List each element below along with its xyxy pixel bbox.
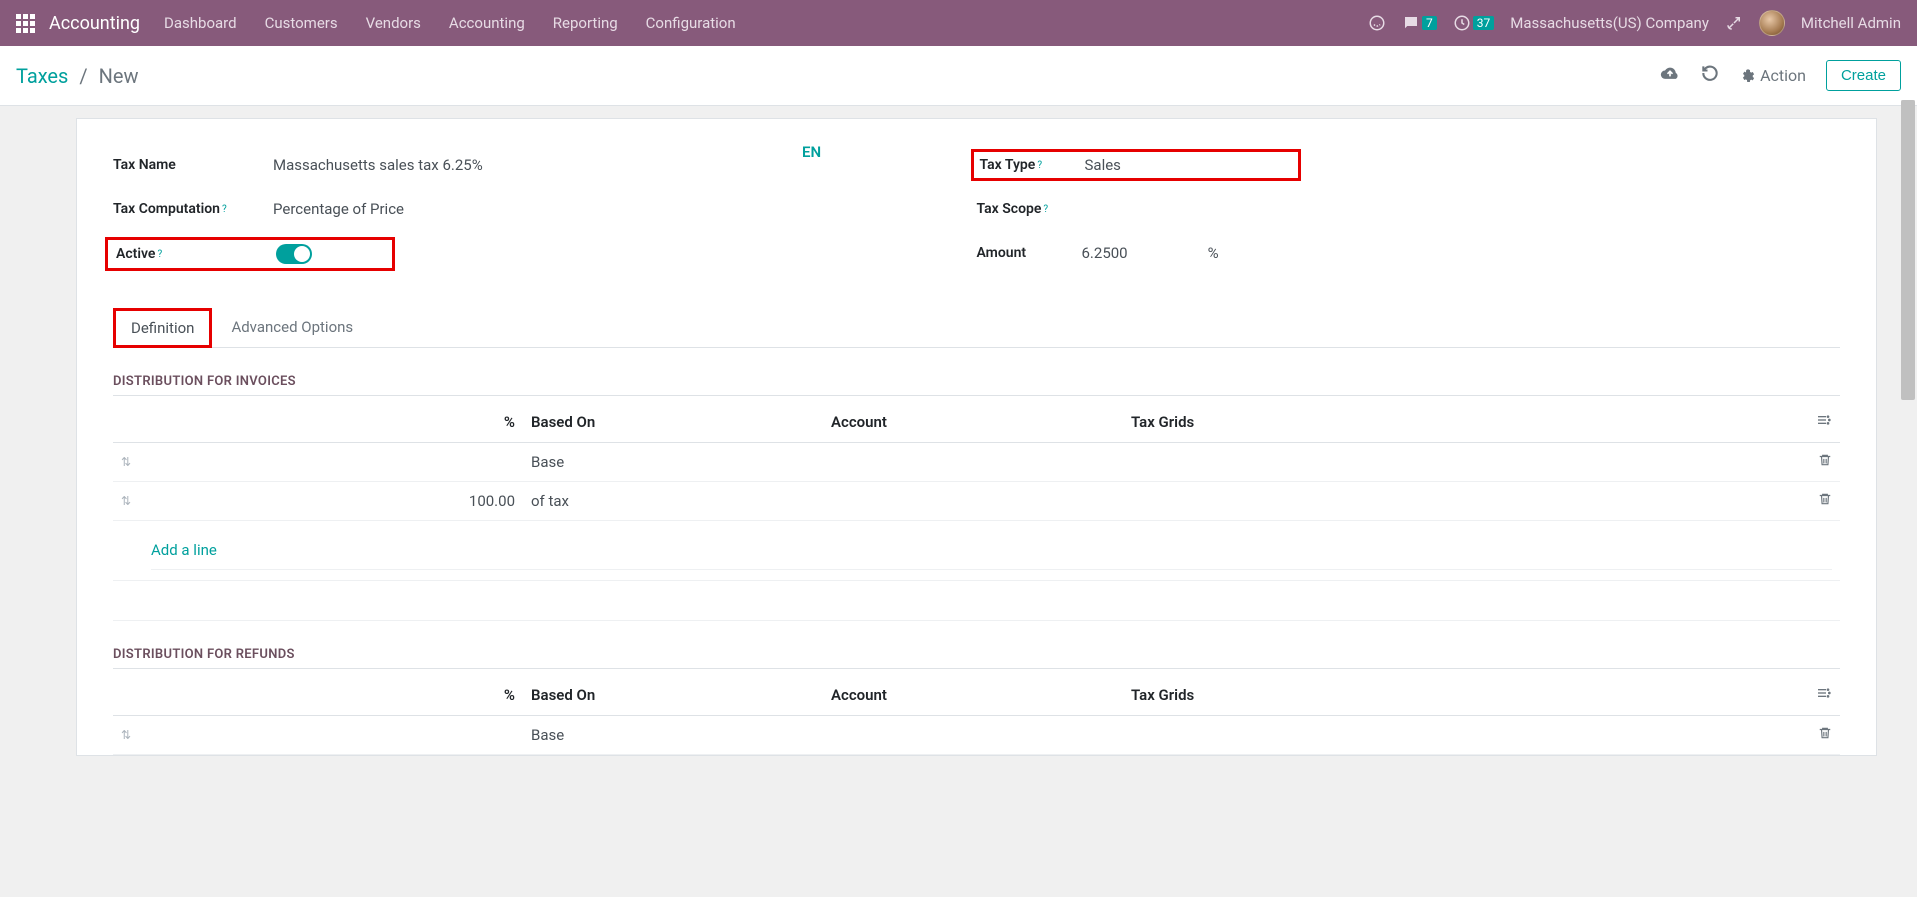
cell-pct[interactable]: [143, 716, 523, 755]
activities-badge: 37: [1473, 16, 1495, 30]
menu-vendors[interactable]: Vendors: [366, 14, 421, 32]
tax-name-field[interactable]: Massachusetts sales tax 6.25%: [273, 156, 947, 174]
cell-account[interactable]: [823, 716, 1123, 755]
messages-badge: 7: [1422, 16, 1437, 30]
table-row[interactable]: ⇅ Base: [113, 443, 1840, 482]
support-icon[interactable]: [1368, 14, 1386, 32]
breadcrumb-sep: /: [79, 64, 87, 88]
tax-type-field[interactable]: Sales: [1085, 156, 1278, 174]
cloud-save-icon[interactable]: [1660, 63, 1680, 88]
cell-based-on[interactable]: of tax: [523, 482, 823, 521]
create-button[interactable]: Create: [1826, 60, 1901, 91]
add-line-link[interactable]: Add a line: [151, 531, 1832, 570]
dist-refunds-table: % Based On Account Tax Grids ⇅ Base: [113, 675, 1840, 755]
table-row[interactable]: ⇅ Base: [113, 716, 1840, 755]
col-account: Account: [823, 675, 1123, 716]
breadcrumb: Taxes / New: [16, 64, 1660, 88]
col-tax-grids: Tax Grids: [1123, 402, 1808, 443]
toolbar-actions: Action Create: [1660, 60, 1901, 91]
delete-row-icon[interactable]: [1818, 453, 1832, 471]
form-sheet: EN Tax Name Massachusetts sales tax 6.25…: [76, 118, 1877, 756]
cell-pct[interactable]: [143, 443, 523, 482]
cell-account[interactable]: [823, 443, 1123, 482]
cell-account[interactable]: [823, 482, 1123, 521]
cell-pct[interactable]: 100.00: [143, 482, 523, 521]
tax-scope-label: Tax Scope?: [977, 201, 1082, 217]
navbar: Accounting Dashboard Customers Vendors A…: [0, 0, 1917, 46]
col-pct: %: [143, 402, 523, 443]
active-label: Active?: [116, 246, 276, 262]
cell-based-on[interactable]: Base: [523, 443, 823, 482]
breadcrumb-root[interactable]: Taxes: [16, 64, 68, 88]
amount-suffix: %: [1208, 244, 1219, 262]
menu-accounting[interactable]: Accounting: [449, 14, 525, 32]
scrollbar[interactable]: [1901, 100, 1915, 897]
username[interactable]: Mitchell Admin: [1801, 14, 1901, 32]
table-options-icon[interactable]: [1816, 687, 1832, 705]
help-icon[interactable]: ?: [1043, 204, 1048, 215]
dist-invoices-title: DISTRIBUTION FOR INVOICES: [113, 374, 1840, 396]
navbar-right: 7 37 Massachusetts(US) Company Mitchell …: [1368, 10, 1901, 36]
col-pct: %: [143, 675, 523, 716]
tab-definition[interactable]: Definition: [113, 308, 212, 348]
col-account: Account: [823, 402, 1123, 443]
delete-row-icon[interactable]: [1818, 492, 1832, 510]
amount-label: Amount: [977, 245, 1082, 261]
messages-icon[interactable]: 7: [1402, 14, 1437, 32]
breadcrumb-current: New: [99, 64, 139, 88]
amount-field[interactable]: 6.2500%: [1082, 244, 1811, 262]
help-icon[interactable]: ?: [157, 249, 162, 260]
debug-icon[interactable]: [1725, 14, 1743, 32]
form-right-col: Tax Type? Sales Tax Scope? Amount 6.2500…: [977, 149, 1841, 283]
tab-advanced-options[interactable]: Advanced Options: [212, 307, 372, 347]
lang-badge[interactable]: EN: [802, 143, 821, 161]
scrollbar-thumb[interactable]: [1901, 100, 1915, 400]
cell-tax-grids[interactable]: [1123, 716, 1808, 755]
activities-icon[interactable]: 37: [1453, 14, 1495, 32]
content: EN Tax Name Massachusetts sales tax 6.25…: [0, 106, 1917, 756]
form-left-col: Tax Name Massachusetts sales tax 6.25% T…: [113, 149, 977, 283]
drag-handle-icon[interactable]: ⇅: [113, 716, 143, 755]
toolbar: Taxes / New Action Create: [0, 46, 1917, 106]
col-based-on: Based On: [523, 402, 823, 443]
menu-reporting[interactable]: Reporting: [553, 14, 618, 32]
brand[interactable]: Accounting: [49, 13, 140, 34]
tax-computation-field[interactable]: Percentage of Price: [273, 200, 947, 218]
discard-icon[interactable]: [1700, 63, 1720, 88]
tax-computation-label: Tax Computation?: [113, 201, 273, 217]
apps-icon[interactable]: [16, 14, 35, 33]
top-menu: Dashboard Customers Vendors Accounting R…: [164, 14, 1368, 32]
cell-based-on[interactable]: Base: [523, 716, 823, 755]
table-row[interactable]: ⇅ 100.00 of tax: [113, 482, 1840, 521]
col-based-on: Based On: [523, 675, 823, 716]
drag-handle-icon[interactable]: ⇅: [113, 443, 143, 482]
table-options-icon[interactable]: [1816, 414, 1832, 432]
tax-name-label: Tax Name: [113, 157, 273, 173]
active-toggle[interactable]: [276, 244, 312, 264]
help-icon[interactable]: ?: [1037, 160, 1042, 171]
cell-tax-grids[interactable]: [1123, 482, 1808, 521]
col-tax-grids: Tax Grids: [1123, 675, 1808, 716]
action-dropdown[interactable]: Action: [1740, 66, 1806, 85]
help-icon[interactable]: ?: [222, 204, 227, 215]
menu-configuration[interactable]: Configuration: [646, 14, 736, 32]
delete-row-icon[interactable]: [1818, 726, 1832, 744]
action-label: Action: [1760, 66, 1806, 85]
dist-refunds-title: DISTRIBUTION FOR REFUNDS: [113, 647, 1840, 669]
avatar[interactable]: [1759, 10, 1785, 36]
menu-customers[interactable]: Customers: [265, 14, 338, 32]
menu-dashboard[interactable]: Dashboard: [164, 14, 237, 32]
cell-tax-grids[interactable]: [1123, 443, 1808, 482]
drag-handle-icon[interactable]: ⇅: [113, 482, 143, 521]
tabs: Definition Advanced Options: [113, 307, 1840, 348]
dist-invoices-table: % Based On Account Tax Grids ⇅ Base: [113, 402, 1840, 621]
tax-type-label: Tax Type?: [980, 157, 1085, 173]
company-switcher[interactable]: Massachusetts(US) Company: [1510, 14, 1709, 32]
